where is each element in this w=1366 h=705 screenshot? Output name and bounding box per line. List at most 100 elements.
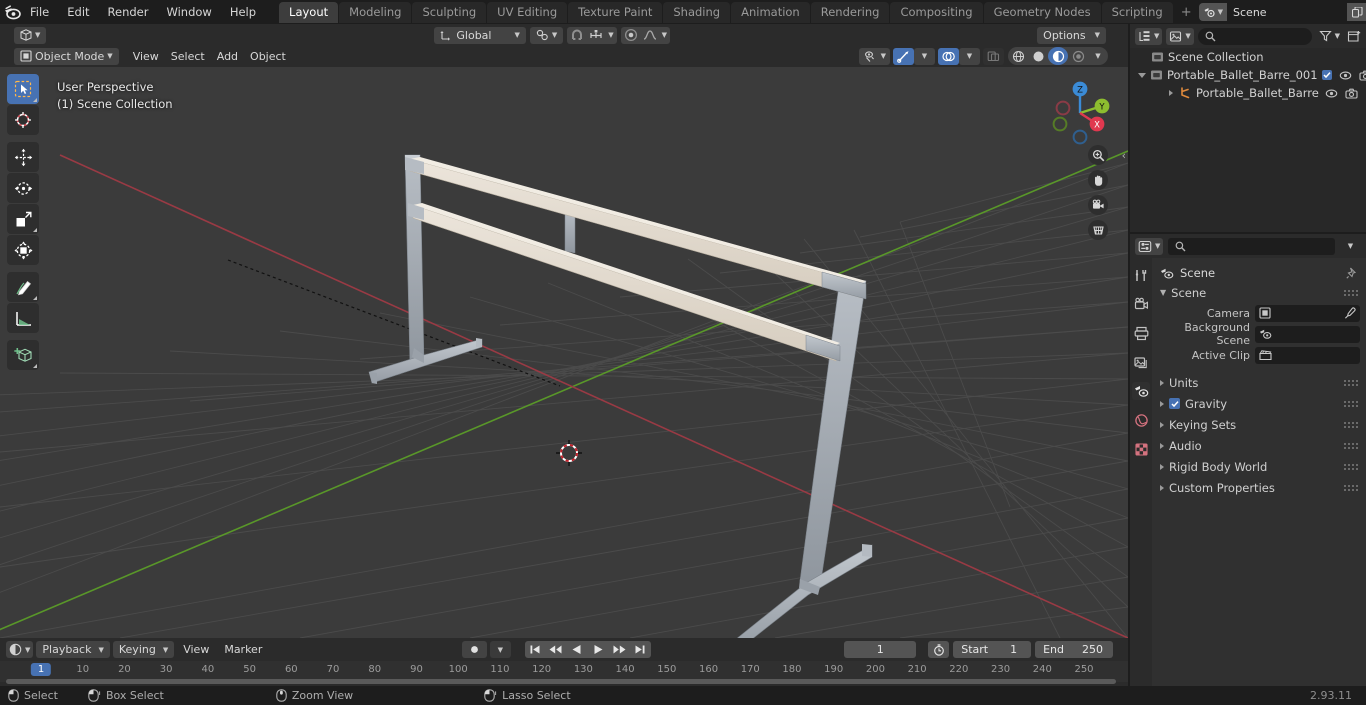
editor-type-selector[interactable]: ▼ [14,26,47,44]
viewport-menu-view[interactable]: View [127,48,165,65]
outliner-row[interactable]: Scene Collection [1130,48,1366,66]
render-camera-icon[interactable] [1345,88,1358,99]
measure-tool[interactable] [7,303,39,333]
auto-keying-toggle[interactable] [461,641,487,658]
workspace-tab-scripting[interactable]: Scripting [1101,1,1173,23]
properties-search-input[interactable] [1168,237,1335,255]
properties-tab-texture[interactable] [1132,440,1150,458]
outliner-row[interactable]: Portable_Ballet_Barre [1130,84,1366,102]
auto-keying-dropdown[interactable]: ▼ [489,641,511,658]
snap-pivot-dropdown[interactable]: ▼ [529,26,564,44]
blender-logo-icon[interactable] [4,2,21,22]
timeline-menu-marker[interactable]: Marker [218,641,268,658]
menu-render[interactable]: Render [99,3,158,21]
menu-edit[interactable]: Edit [58,3,98,21]
property-field-camera[interactable] [1255,304,1360,322]
scene-panel-header[interactable]: ▼ Scene [1152,283,1366,302]
properties-editor-type-button[interactable]: ▼ [1135,237,1164,255]
properties-options-dropdown[interactable]: ▼ [1340,238,1361,255]
overlays-toggle-group[interactable]: ▼ [938,47,980,65]
sub-panel-header-gravity[interactable]: Gravity [1152,393,1366,414]
shading-dropdown-caret[interactable]: ▼ [1088,47,1108,65]
visibility-eye-icon[interactable] [1325,88,1338,99]
sub-panel-checkbox[interactable] [1169,398,1180,409]
gizmo-toggle-group[interactable]: ▼ [893,47,935,65]
properties-tab-render[interactable] [1132,295,1150,313]
play-button[interactable] [588,641,609,658]
xray-toggle[interactable] [983,47,1004,65]
cursor-tool[interactable] [7,105,39,135]
pan-hand-icon[interactable] [1088,170,1108,190]
workspace-tab-animation[interactable]: Animation [731,1,810,23]
interaction-mode-dropdown[interactable]: Object Mode ▼ [14,47,119,65]
gizmo-icon[interactable] [893,47,914,65]
outliner-filter-button[interactable]: ▼ [1316,28,1343,45]
use-preview-range-button[interactable] [928,641,950,658]
viewport-menu-object[interactable]: Object [244,48,292,65]
transform-tool[interactable] [7,235,39,265]
eyedropper-icon[interactable] [1344,307,1356,319]
tweak-select-tool[interactable] [7,74,39,104]
next-keyframe-button[interactable] [609,641,630,658]
disclosure-triangle-icon[interactable] [1166,90,1175,96]
viewport-menu-select[interactable]: Select [165,48,211,65]
menu-file[interactable]: File [21,3,58,21]
outliner-editor-type-button[interactable]: ▼ [1135,27,1163,45]
sub-panel-header-custom-properties[interactable]: Custom Properties [1152,477,1366,498]
workspace-tab-geometry-nodes[interactable]: Geometry Nodes [983,1,1101,23]
frame-end-field[interactable]: End 250 [1035,641,1114,658]
navigation-gizmo[interactable]: Z Y X [1042,75,1118,151]
jump-to-end-button[interactable] [630,641,651,658]
properties-tab-scene[interactable] [1132,382,1150,400]
scene-name-field[interactable]: Scene [1227,3,1348,21]
property-field-background-scene[interactable] [1255,325,1360,343]
previous-keyframe-button[interactable] [546,641,567,658]
shading-material-preview-button[interactable] [1048,47,1068,65]
viewport-options-dropdown[interactable]: Options ▼ [1037,26,1106,44]
annotate-tool[interactable] [7,272,39,302]
disclosure-triangle-icon[interactable] [1138,72,1146,78]
add-cube-tool[interactable] [7,340,39,370]
perspective-ortho-icon[interactable] [1088,220,1108,240]
properties-tab-view-layer[interactable] [1132,353,1150,371]
pin-icon[interactable] [1346,267,1358,279]
timeline-menu-playback[interactable]: Playback ▼ [36,641,110,658]
render-camera-icon[interactable] [1358,70,1366,81]
menu-help[interactable]: Help [221,3,265,21]
sub-panel-header-audio[interactable]: Audio [1152,435,1366,456]
workspace-tab-uv-editing[interactable]: UV Editing [487,1,568,23]
scene-browse-icon[interactable]: ▼ [1198,3,1228,21]
visibility-eye-icon[interactable] [1339,70,1352,81]
transform-orientation-dropdown[interactable]: Global ▼ [434,26,526,44]
3d-viewport[interactable]: User Perspective (1) Scene Collection Z … [0,67,1128,638]
properties-tab-tool[interactable] [1132,266,1150,284]
workspace-tab-compositing[interactable]: Compositing [890,1,983,23]
workspace-tab-rendering[interactable]: Rendering [810,1,890,23]
play-reverse-button[interactable] [567,641,588,658]
snap-toggle-group[interactable]: ▼ [567,26,617,44]
property-field-active-clip[interactable] [1255,346,1360,364]
add-workspace-button[interactable]: + [1174,2,1199,23]
viewport-menu-add[interactable]: Add [211,48,244,65]
proportional-editing-group[interactable]: ▼ [620,26,671,44]
workspace-tab-shading[interactable]: Shading [663,1,731,23]
timeline-editor-type-button[interactable]: ▼ [6,641,34,658]
jump-to-start-button[interactable] [525,641,546,658]
object-visibility-dropdown[interactable]: ▼ [858,47,890,65]
sub-panel-header-keying-sets[interactable]: Keying Sets [1152,414,1366,435]
workspace-tab-texture-paint[interactable]: Texture Paint [568,1,663,23]
workspace-tab-sculpting[interactable]: Sculpting [412,1,487,23]
frame-start-field[interactable]: Start 1 [953,641,1032,658]
menu-window[interactable]: Window [157,3,220,21]
timeline-horizontal-scrollbar[interactable] [6,679,1116,684]
workspace-tab-modeling[interactable]: Modeling [339,1,412,23]
current-frame-field[interactable]: 1 [844,641,917,658]
properties-tab-output[interactable] [1132,324,1150,342]
shading-wireframe-button[interactable] [1008,47,1028,65]
row-checkbox[interactable] [1321,70,1332,80]
timeline-menu-view[interactable]: View [177,641,215,658]
scene-new-button[interactable] [1347,3,1366,21]
overlays-dropdown-caret[interactable]: ▼ [959,47,980,65]
timeline-menu-keying[interactable]: Keying ▼ [112,641,175,658]
scale-tool[interactable] [7,204,39,234]
